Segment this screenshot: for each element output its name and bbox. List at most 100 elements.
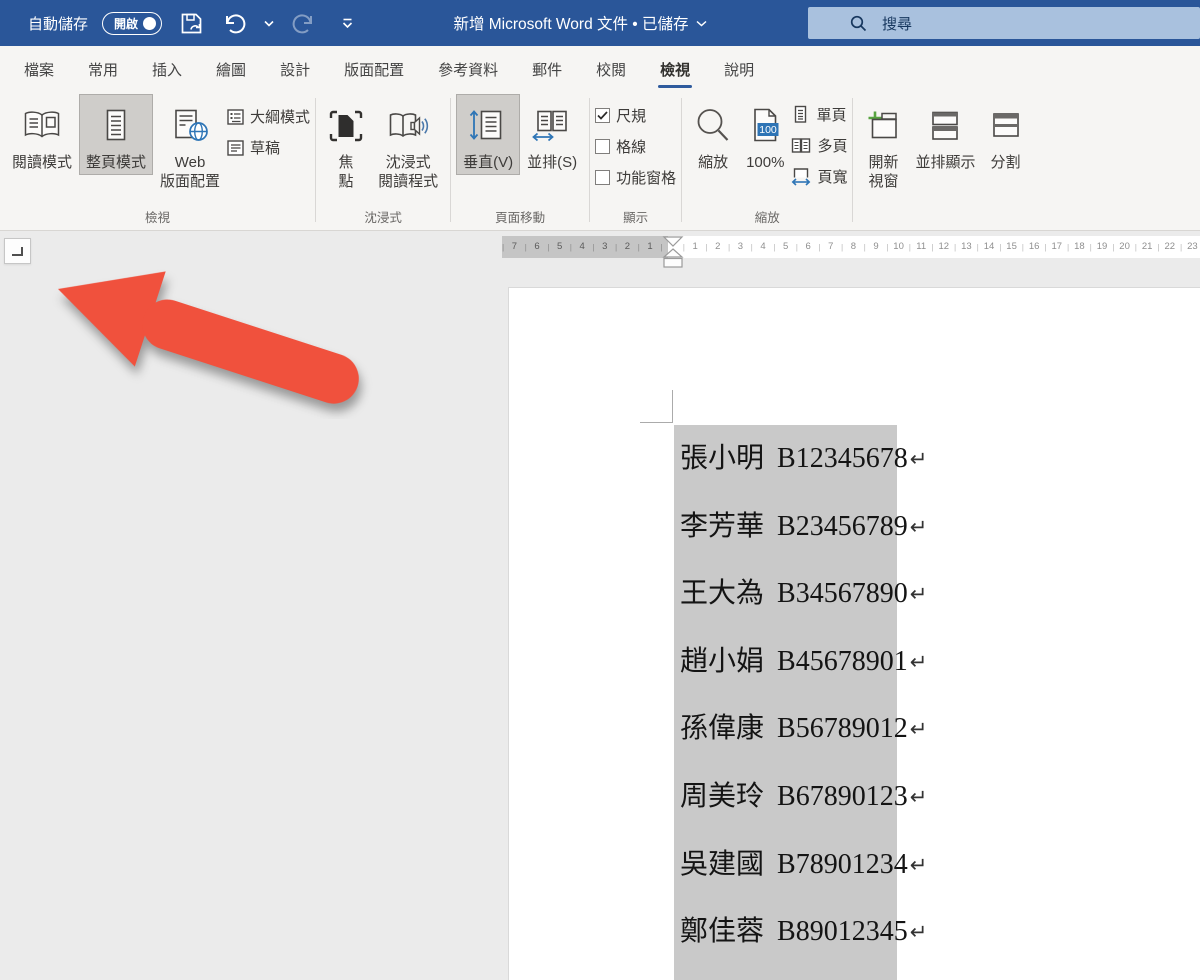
student-name: 李芳華	[680, 510, 765, 542]
tab-版面配置[interactable]: 版面配置	[327, 46, 421, 92]
ruler-mark: 4	[760, 241, 766, 252]
ruler-margin-area	[502, 236, 668, 258]
ruler-mark: 10	[893, 241, 904, 252]
ruler-mark: |	[1134, 242, 1137, 252]
ruler-mark: |	[1044, 242, 1047, 252]
ruler-mark: 20	[1119, 241, 1130, 252]
vertical-label: 垂直(V)	[463, 154, 514, 171]
doc-line-5[interactable]: 孫偉康 B56789012↵	[680, 708, 927, 750]
ruler-mark: |	[614, 242, 618, 252]
tab-插入[interactable]: 插入	[135, 46, 199, 92]
zoom-group-label: 縮放	[754, 211, 780, 225]
tab-參考資料[interactable]: 參考資料	[421, 46, 515, 92]
redo-button[interactable]	[288, 8, 318, 38]
ruler-mark: |	[501, 242, 505, 252]
side-to-side-button[interactable]: 並排(S)	[520, 94, 584, 175]
autosave-label: 自動儲存	[28, 15, 89, 33]
immersive-reader-button[interactable]: 沈浸式 閱讀程式	[371, 94, 445, 194]
tab-常用[interactable]: 常用	[71, 46, 135, 92]
focus-label-1: 焦	[338, 154, 354, 171]
horizontal-ruler[interactable]: 7 6 5 4 3 2 1 | | | | | | | | 1 2 3 4 5 6 7 8 9 10 11 12 13 14 15 16 17…	[501, 236, 1200, 268]
ruler-mark: |	[863, 242, 866, 252]
ruler-mark: 11	[916, 241, 927, 252]
zoom-label: 縮放	[698, 154, 729, 171]
print-layout-button[interactable]: 整頁模式	[79, 94, 154, 175]
document-title[interactable]: 新增 Microsoft Word 文件 • 已儲存	[350, 0, 810, 46]
doc-line-3[interactable]: 王大為 B34567890↵	[680, 573, 927, 615]
split-button[interactable]: 分割	[983, 94, 1029, 175]
ruler-mark: 12	[938, 241, 950, 252]
paragraph-mark: ↵	[909, 920, 928, 945]
group-separator	[315, 98, 317, 222]
ruler-mark: |	[705, 242, 708, 252]
ribbon-group-show: 尺規 格線 功能窗格 顯示	[592, 92, 679, 230]
redo-icon	[292, 14, 313, 34]
new-window-button[interactable]: 開新 視窗	[858, 94, 908, 194]
tab-郵件[interactable]: 郵件	[515, 46, 579, 92]
doc-line-2[interactable]: 李芳華 B23456789↵	[680, 506, 927, 548]
view-side-by-side-label: 並排顯示	[915, 154, 976, 171]
multiple-pages-button[interactable]: 多頁	[791, 130, 847, 161]
draft-view-button[interactable]: 草稿	[227, 132, 310, 163]
tab-設計[interactable]: 設計	[263, 46, 327, 92]
undo-icon	[226, 14, 246, 34]
doc-line-8[interactable]: 鄭佳蓉 B89012345↵	[680, 911, 927, 953]
new-window-icon	[865, 99, 901, 153]
ruler-checkbox[interactable]: 尺規	[595, 100, 676, 131]
draft-view-icon	[227, 139, 244, 156]
draft-view-label: 草稿	[250, 140, 281, 157]
ruler-mark: |	[727, 242, 731, 252]
doc-line-6[interactable]: 周美玲 B67890123↵	[680, 776, 927, 818]
focus-label-2: 點	[338, 173, 354, 190]
indent-markers[interactable]	[662, 236, 684, 270]
immersive-reader-label-1: 沈浸式	[385, 154, 431, 171]
doc-line-4[interactable]: 趙小娟 B45678901↵	[680, 641, 927, 683]
ruler-mark: |	[637, 242, 640, 252]
student-id: B45678901	[777, 645, 908, 677]
outline-view-button[interactable]: 大綱模式	[227, 101, 310, 132]
vertical-button[interactable]: 垂直(V)	[456, 94, 521, 175]
read-mode-button[interactable]: 閱讀模式	[5, 94, 79, 175]
gridlines-checkbox[interactable]: 格線	[595, 131, 676, 162]
views-group-label: 檢視	[145, 211, 171, 225]
zoom-button[interactable]: 縮放	[687, 94, 739, 175]
tab-檔案[interactable]: 檔案	[7, 46, 71, 92]
tab-stop-selector[interactable]	[4, 238, 31, 264]
doc-line-1[interactable]: 張小明 B12345678↵	[680, 438, 927, 480]
search-input[interactable]: 搜尋	[808, 7, 1200, 39]
save-sync-icon	[181, 13, 201, 33]
side-to-side-icon	[530, 99, 574, 153]
navigation-pane-checkbox[interactable]: 功能窗格	[595, 162, 676, 193]
tab-校閱[interactable]: 校閱	[579, 46, 643, 92]
split-window-icon	[990, 99, 1022, 153]
ruler-mark: |	[818, 242, 821, 252]
tab-說明[interactable]: 說明	[707, 46, 771, 92]
word-window: 自動儲存 開啟 新增 Microsoft Word 文件 • 已儲存 搜尋 檔案…	[0, 0, 1200, 980]
view-side-by-side-button[interactable]: 並排顯示	[908, 94, 982, 175]
paragraph-mark: ↵	[909, 785, 928, 809]
ruler-mark: |	[795, 242, 798, 252]
undo-dropdown-chevron[interactable]	[264, 20, 274, 27]
vertical-scroll-icon	[469, 99, 507, 153]
doc-line-7[interactable]: 吳建國 B78901234↵	[680, 844, 927, 886]
autosave-toggle[interactable]: 開啟	[102, 11, 163, 35]
ruler-mark: |	[1021, 242, 1024, 252]
view-side-by-side-icon	[928, 99, 962, 153]
one-page-button[interactable]: 單頁	[791, 99, 847, 130]
page-width-button[interactable]: 頁寬	[791, 161, 847, 192]
zoom-100-button[interactable]: 100 100%	[739, 94, 791, 175]
gridlines-checkbox-label: 格線	[616, 139, 647, 156]
page-width-icon	[792, 168, 811, 186]
margin-crop-mark	[672, 390, 673, 423]
focus-button[interactable]: 焦 點	[321, 94, 371, 194]
undo-button[interactable]	[220, 8, 250, 38]
tab-繪圖[interactable]: 繪圖	[199, 46, 263, 92]
tab-檢視[interactable]: 檢視	[643, 46, 707, 92]
ruler-mark: 18	[1074, 241, 1085, 252]
save-button[interactable]	[176, 8, 206, 38]
web-layout-button[interactable]: Web 版面配置	[153, 94, 227, 194]
ruler-mark: |	[1179, 242, 1183, 252]
group-separator	[681, 98, 683, 222]
web-layout-label-1: Web	[174, 154, 206, 171]
ruler-mark: |	[773, 242, 776, 252]
